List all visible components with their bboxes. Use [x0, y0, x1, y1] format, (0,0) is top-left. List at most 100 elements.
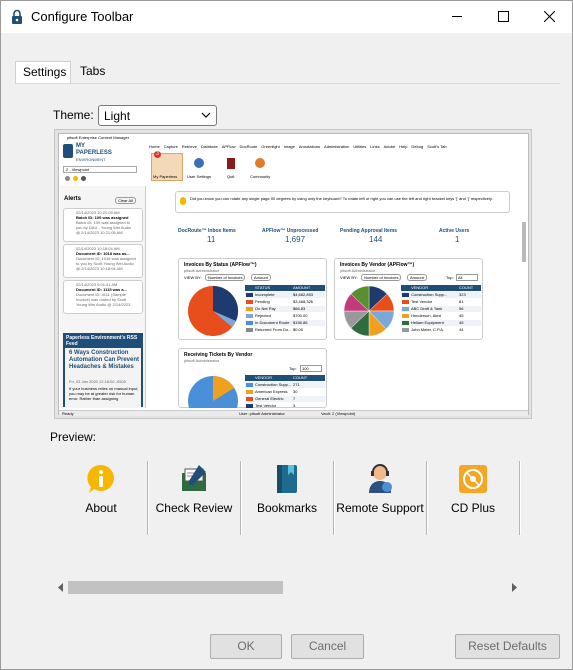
preview-col-header: STATUS [255, 285, 271, 290]
cd-plus-icon [459, 465, 487, 493]
info-icon [87, 464, 114, 493]
preview-cell: $66.83 [293, 306, 306, 311]
preview-rss-card: 6 Ways Construction Automation Can Preve… [65, 348, 141, 407]
preview-stat-value: 1,697 [285, 235, 306, 244]
preview-cell: 323 [459, 292, 466, 297]
preview-cell: 45 [459, 313, 464, 318]
preview-panel-sub: pitsoft Administrator [184, 358, 220, 363]
theme-label: Theme: [53, 108, 94, 122]
preview-stat-label: Active Users [439, 228, 470, 234]
preview-cell: Test Vendor [411, 299, 433, 304]
preview-cell: Henderson, Alexi [411, 313, 442, 318]
preview-rss-panel: Paperless Environment's RSS Feed 6 Ways … [63, 333, 143, 407]
preview-col-header: AMOUNT [293, 285, 311, 290]
preview-cell: 45 [459, 320, 464, 325]
preview-user-settings-icon [194, 158, 204, 168]
preview-brand-3: ENVIRONMENT [76, 157, 106, 162]
preview-cell: 81 [459, 299, 464, 304]
preview-cell: $156.86 [293, 320, 308, 325]
preview-table-row: General Electric 7 [245, 396, 325, 402]
preview-col-header: COUNT [459, 285, 474, 290]
toolbar-item-label: CD Plus [450, 501, 495, 515]
preview-table-row: Construction Supp... 271 [245, 382, 325, 388]
ok-button[interactable]: OK [210, 634, 282, 659]
preview-alert-text: @ 2/14/2023 10:21:05 AM [76, 230, 123, 235]
tab-tabs[interactable]: Tabs [73, 61, 112, 83]
preview-alert-card: 02/14/2023 9:01:41 AM Document ID: 1115 … [63, 280, 143, 314]
minimize-button[interactable] [434, 1, 480, 32]
preview-status-ready: Ready [62, 411, 74, 416]
preview-cell: General Electric [255, 396, 284, 401]
toolbar-item-label: Bookmarks [256, 501, 318, 515]
preview-app-window: pitsoft Enterprise Content Manager MY PA… [58, 133, 529, 416]
preview-panel-top-val: All [456, 274, 478, 281]
preview-cell: Hellam Equipment [411, 320, 444, 325]
preview-table-row: American Express 30 [245, 389, 325, 395]
preview-table-row: Henderson, Alexi 45 [401, 313, 481, 319]
toolbar-separator [519, 461, 521, 535]
preview-panel-top: Top: [446, 275, 454, 280]
preview-table-header: STATUS AMOUNT [245, 285, 325, 291]
bookmarks-icon [277, 465, 297, 493]
preview-home-icon [65, 176, 70, 181]
tab-settings[interactable]: Settings [15, 61, 71, 84]
preview-menu-item: Image [283, 144, 295, 149]
toolbar-item-check-review[interactable]: Check Review [148, 461, 240, 535]
preview-rss-title: Paperless Environment's RSS Feed [66, 335, 138, 347]
preview-logo-icon [63, 144, 73, 158]
toolbar-preview-scrollbar[interactable] [54, 579, 521, 596]
theme-select[interactable]: Light [98, 105, 217, 126]
maximize-icon [497, 11, 509, 22]
preview-cell: 44 [459, 327, 464, 332]
preview-menu-item: Retrieve [181, 144, 197, 149]
check-review-icon [182, 465, 206, 491]
preview-ribbon-label-4: Community [250, 174, 271, 179]
close-icon [543, 11, 555, 22]
toolbar-item-cd-plus[interactable]: CD Plus [427, 461, 519, 535]
preview-status-bar: Ready User: pitsoft Administrator Vault:… [59, 410, 528, 416]
preview-clear-all: Clear All [115, 197, 136, 204]
scroll-left-icon[interactable] [57, 583, 65, 592]
preview-panel-viewby: VIEW BY: [184, 275, 202, 280]
preview-cell: Rejected [255, 313, 271, 318]
preview-badge: 3 [154, 151, 161, 158]
window-title: Configure Toolbar [31, 9, 134, 24]
preview-table-row: Test Vendor 3 [245, 403, 325, 409]
preview-viewpoint-select: 2 - Viewpoint [63, 166, 137, 173]
chevron-down-icon [201, 112, 211, 118]
preview-table-row: In Document Route $156.86 [245, 320, 325, 326]
preview-label: Preview: [50, 430, 97, 444]
preview-scrollbar [522, 222, 526, 262]
cancel-button[interactable]: Cancel [291, 634, 364, 659]
tab-settings-label: Settings [23, 65, 67, 79]
preview-rss-body: If your business relies on manual input,… [69, 386, 139, 401]
scrollbar-thumb[interactable] [68, 581, 283, 594]
preview-app-title: pitsoft Enterprise Content Manager [67, 135, 130, 140]
toolbar-item-bookmarks[interactable]: Bookmarks [241, 461, 333, 535]
preview-alerts-panel: Alerts Clear All 02/14/2023 10:21:05 AM … [60, 186, 146, 408]
preview-rss-date: Fri, 03 Jan 2020 12:18:00 -0500 [69, 379, 126, 384]
toolbar-item-remote-support[interactable]: Remote Support [334, 461, 426, 535]
preview-table-row: Rejected $700.00 [245, 313, 325, 319]
preview-table-row: John Meter, C.P.A. 44 [401, 327, 481, 333]
preview-menu-item: APFlow [221, 144, 236, 149]
preview-cell: American Express [255, 389, 288, 394]
preview-cell: Incomplete [255, 292, 275, 297]
preview-table-row: Pending $3,468,326 [245, 299, 325, 305]
scroll-right-icon[interactable] [510, 583, 518, 592]
preview-cell: Test Vendor [255, 403, 277, 408]
preview-cell: On Net Pay [255, 306, 276, 311]
preview-quit-icon [227, 158, 235, 169]
preview-menu-item: Links [370, 144, 380, 149]
preview-table-row: Incomplete $4,682,853 [245, 292, 325, 298]
toolbar-item-about[interactable]: About [55, 461, 147, 535]
reset-defaults-button[interactable]: Reset Defaults [455, 634, 560, 659]
close-button[interactable] [526, 1, 572, 32]
maximize-button[interactable] [480, 1, 526, 32]
preview-cell: John Meter, C.P.A. [411, 327, 445, 332]
preview-stat-value: 1 [455, 235, 460, 244]
preview-menu-item: Administration [324, 144, 350, 149]
preview-stat-label: APFlow™ Unprocessed [262, 228, 319, 234]
preview-rss-headline: 6 Ways Construction Automation Can Preve… [69, 350, 140, 370]
preview-viewpoint-value: 2 - Viewpoint [66, 167, 90, 172]
